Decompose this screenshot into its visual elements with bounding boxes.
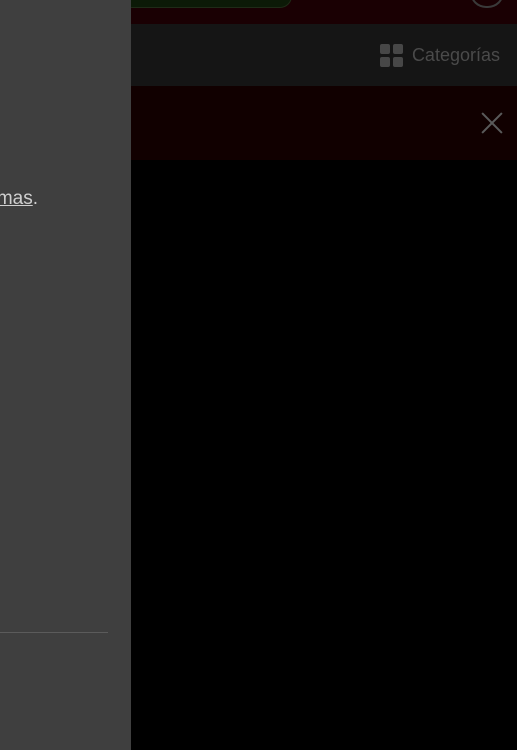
top-pill-button[interactable] (120, 0, 292, 8)
page: Categorías mas. (0, 0, 517, 750)
drawer-link[interactable]: mas (0, 188, 33, 209)
grid-icon (379, 43, 403, 67)
grid-icon-square (379, 56, 390, 67)
grid-icon-square (392, 43, 403, 54)
drawer-text-period: . (32, 188, 38, 209)
drawer-divider (0, 632, 108, 633)
side-drawer: mas. (0, 0, 131, 750)
account-icon[interactable] (470, 0, 504, 8)
drawer-text: mas. (0, 188, 38, 210)
categories-button[interactable]: Categorías (379, 43, 517, 67)
grid-icon-square (379, 43, 390, 54)
close-icon[interactable] (480, 111, 504, 135)
categories-label: Categorías (411, 44, 500, 65)
grid-icon-square (392, 56, 403, 67)
